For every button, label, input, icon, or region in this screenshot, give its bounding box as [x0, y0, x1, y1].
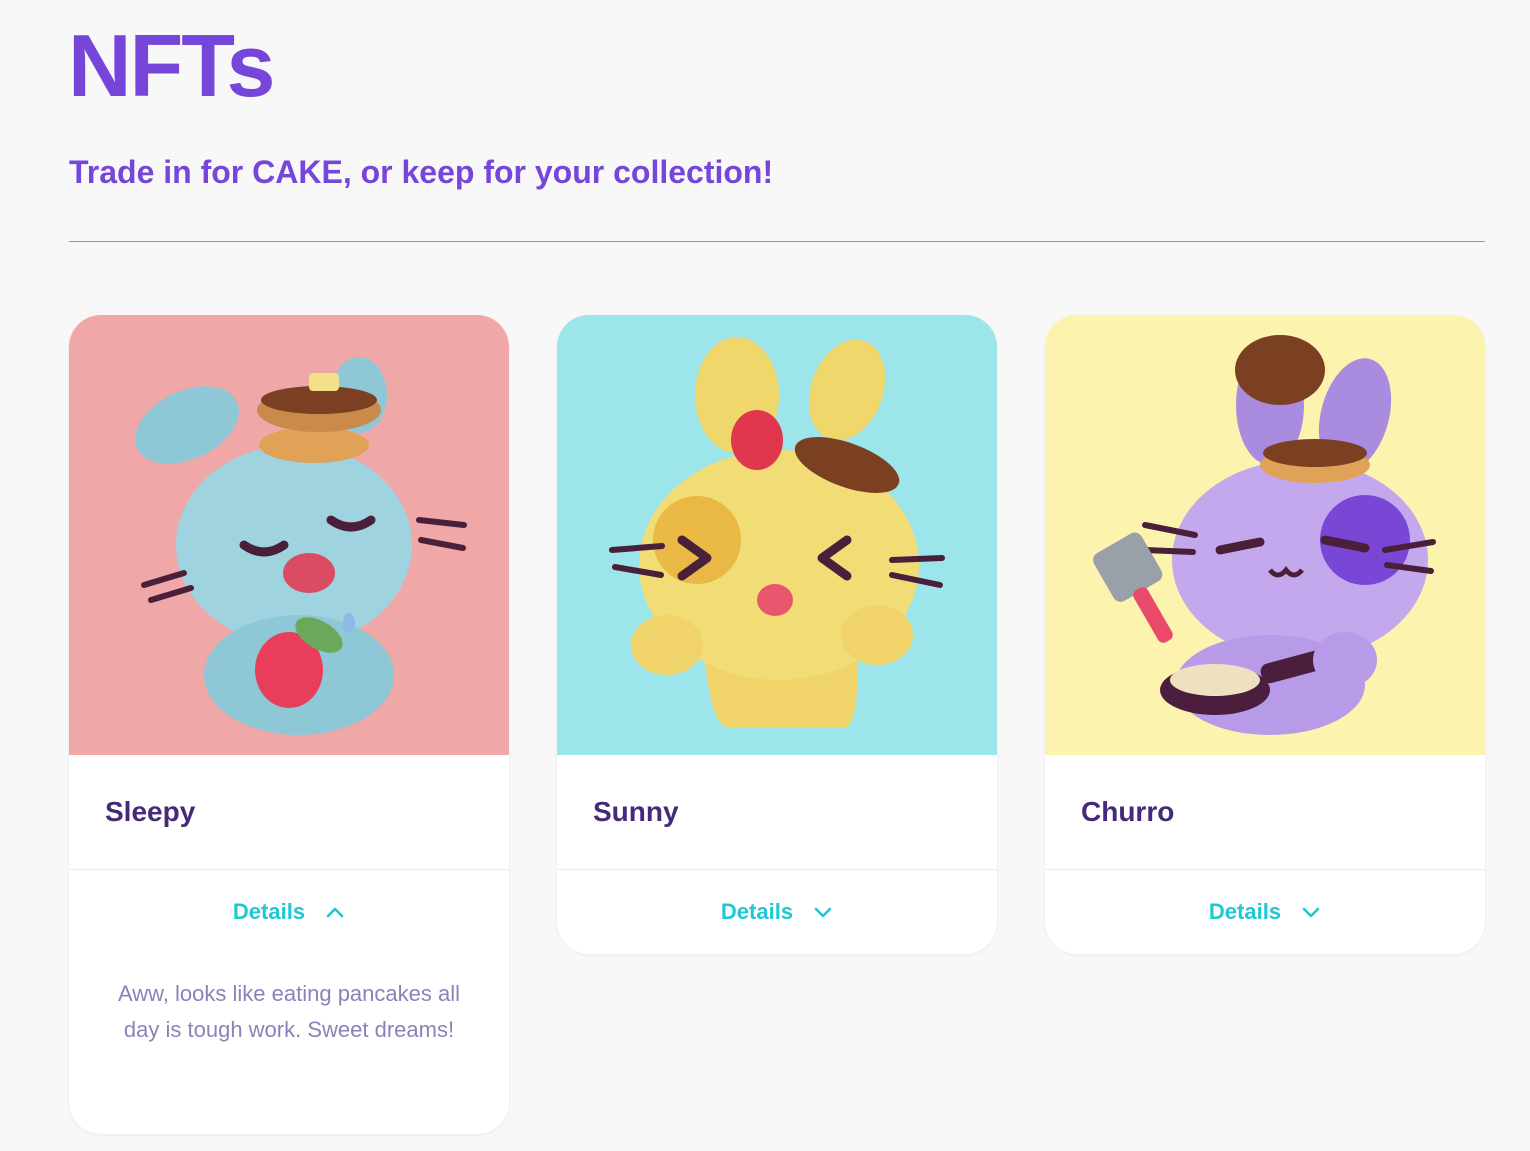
details-toggle[interactable]: Details	[557, 870, 997, 954]
nft-name-row: Sunny	[557, 755, 997, 870]
nft-name: Sunny	[593, 796, 679, 827]
bunny-illustration	[557, 315, 997, 755]
nft-image-sleepy[interactable]	[69, 315, 509, 755]
bunny-illustration	[69, 315, 509, 755]
divider	[69, 241, 1485, 242]
details-label: Details	[1208, 899, 1282, 924]
nft-image-churro[interactable]	[1045, 315, 1485, 755]
details-label: Details	[720, 899, 794, 924]
details-label: Details	[232, 899, 306, 924]
nft-card-churro: Churro Details	[1045, 315, 1485, 954]
nft-name-row: Churro	[1045, 755, 1485, 870]
details-toggle[interactable]: Details	[1045, 870, 1485, 954]
nfts-page: NFTs Trade in for CAKE, or keep for your…	[0, 0, 1530, 1151]
nft-description: Aww, looks like eating pancakes all day …	[117, 981, 460, 1042]
chevron-down-icon	[814, 907, 832, 918]
nft-card-sunny: Sunny Details	[557, 315, 997, 954]
nft-name-row: Sleepy	[69, 755, 509, 870]
nft-name: Churro	[1081, 796, 1175, 827]
chevron-up-icon	[326, 907, 344, 918]
page-subtitle: Trade in for CAKE, or keep for your coll…	[69, 154, 774, 190]
chevron-down-icon	[1302, 907, 1320, 918]
details-toggle[interactable]: Details	[69, 870, 509, 954]
page-title: NFTs	[68, 16, 275, 115]
nft-card-sleepy: Sleepy Details Aww, looks like eating pa…	[69, 315, 509, 1134]
nft-image-sunny[interactable]	[557, 315, 997, 755]
bunny-illustration	[1045, 315, 1485, 755]
nft-name: Sleepy	[105, 796, 196, 827]
